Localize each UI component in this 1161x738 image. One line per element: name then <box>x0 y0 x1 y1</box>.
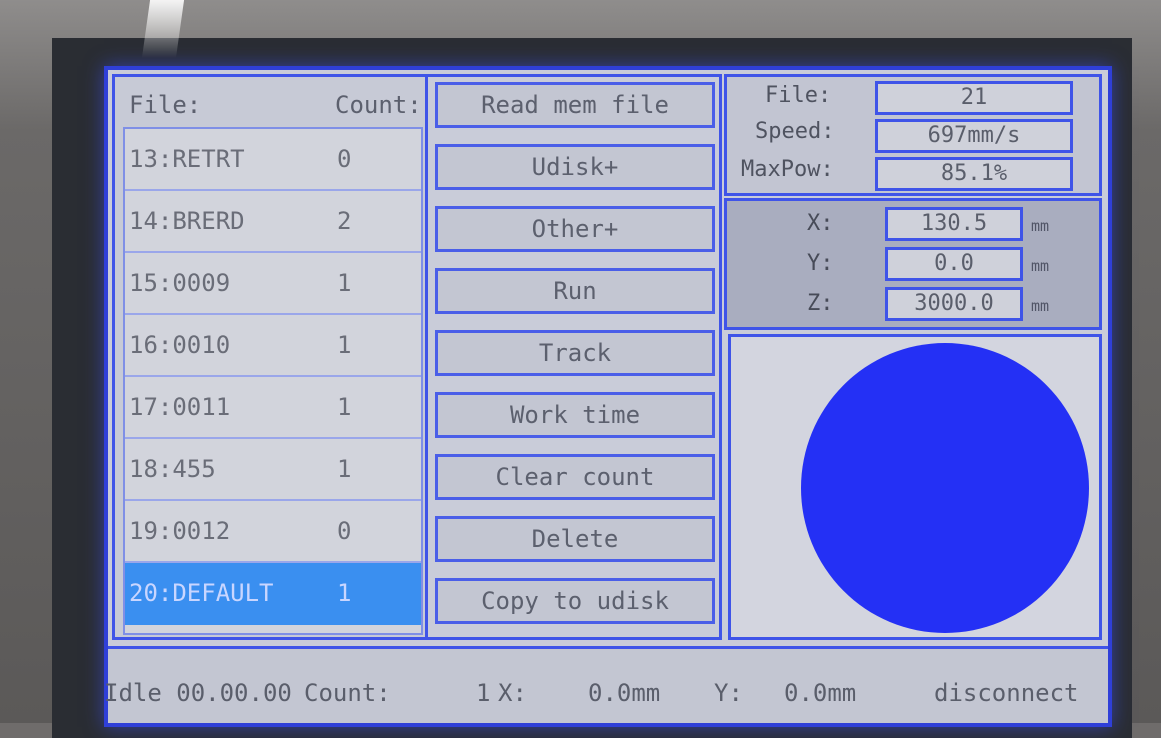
file-count: 1 <box>337 579 352 607</box>
file-name: 13:RETRT <box>129 145 245 173</box>
preview-circle-shape <box>801 343 1089 633</box>
file-count: 1 <box>337 393 352 421</box>
file-list: 13:RETRT 0 14:BRERD 2 15:0009 1 16:0010 … <box>123 127 423 635</box>
y-coord-label: Y: <box>807 251 834 276</box>
status-count-value: 1 <box>476 679 491 707</box>
status-y-label: Y: <box>714 679 743 707</box>
count-column-header: Count: <box>335 91 422 119</box>
file-name: 16:0010 <box>129 331 231 359</box>
file-name: 20:DEFAULT <box>129 579 274 607</box>
file-name: 15:0009 <box>129 269 231 297</box>
file-row[interactable]: 14:BRERD 2 <box>125 191 421 253</box>
file-count: 1 <box>337 455 352 483</box>
y-coord-value: 0.0 <box>885 247 1023 281</box>
file-name: 17:0011 <box>129 393 231 421</box>
z-coord-unit: mm <box>1031 297 1050 315</box>
file-row[interactable]: 16:0010 1 <box>125 315 421 377</box>
track-button[interactable]: Track <box>435 330 715 376</box>
file-count: 0 <box>337 145 352 173</box>
udisk-button[interactable]: Udisk+ <box>435 144 715 190</box>
file-number-value: 21 <box>875 81 1073 115</box>
file-row-selected[interactable]: 20:DEFAULT 1 <box>125 563 421 625</box>
file-row[interactable]: 17:0011 1 <box>125 377 421 439</box>
file-count: 1 <box>337 331 352 359</box>
speed-value: 697mm/s <box>875 119 1073 153</box>
file-name: 19:0012 <box>129 517 231 545</box>
file-count: 1 <box>337 269 352 297</box>
file-name: 18:455 <box>129 455 216 483</box>
file-row[interactable]: 18:455 1 <box>125 439 421 501</box>
copy-to-udisk-button[interactable]: Copy to udisk <box>435 578 715 624</box>
file-list-header: File: Count: <box>115 77 425 127</box>
connection-status: disconnect <box>934 679 1079 707</box>
coordinate-panel: X: 130.5 mm Y: 0.0 mm Z: 3000.0 mm <box>724 198 1102 330</box>
x-coord-value: 130.5 <box>885 207 1023 241</box>
y-coord-unit: mm <box>1031 257 1050 275</box>
status-bar: Idle 00.00.00 Count: 1 X: 0.0mm Y: 0.0mm… <box>104 646 1108 723</box>
run-button[interactable]: Run <box>435 268 715 314</box>
file-row[interactable]: 19:0012 0 <box>125 501 421 563</box>
file-count: 2 <box>337 207 352 235</box>
machine-state: Idle 00.00.00 <box>104 679 292 707</box>
lcd-screen: File: Count: 13:RETRT 0 14:BRERD 2 15:00… <box>104 70 1108 723</box>
file-count: 0 <box>337 517 352 545</box>
status-count-label: Count: <box>304 679 391 707</box>
job-preview <box>728 334 1102 640</box>
file-number-label: File: <box>765 83 832 108</box>
file-panel: File: Count: 13:RETRT 0 14:BRERD 2 15:00… <box>112 74 428 640</box>
other-button[interactable]: Other+ <box>435 206 715 252</box>
x-coord-unit: mm <box>1031 217 1050 235</box>
read-mem-file-button[interactable]: Read mem file <box>435 82 715 128</box>
x-coord-label: X: <box>807 211 834 236</box>
status-x-value: 0.0mm <box>588 679 661 707</box>
file-name: 14:BRERD <box>129 207 245 235</box>
file-column-header: File: <box>129 91 202 119</box>
work-time-button[interactable]: Work time <box>435 392 715 438</box>
maxpow-value: 85.1% <box>875 157 1073 191</box>
delete-button[interactable]: Delete <box>435 516 715 562</box>
speed-label: Speed: <box>755 119 835 144</box>
clear-count-button[interactable]: Clear count <box>435 454 715 500</box>
status-y-value: 0.0mm <box>784 679 857 707</box>
maxpow-label: MaxPow: <box>741 157 834 182</box>
file-row[interactable]: 15:0009 1 <box>125 253 421 315</box>
file-row[interactable]: 13:RETRT 0 <box>125 129 421 191</box>
z-coord-value: 3000.0 <box>885 287 1023 321</box>
file-info-panel: File: 21 Speed: 697mm/s MaxPow: 85.1% <box>724 74 1102 196</box>
z-coord-label: Z: <box>807 291 834 316</box>
status-x-label: X: <box>498 679 527 707</box>
